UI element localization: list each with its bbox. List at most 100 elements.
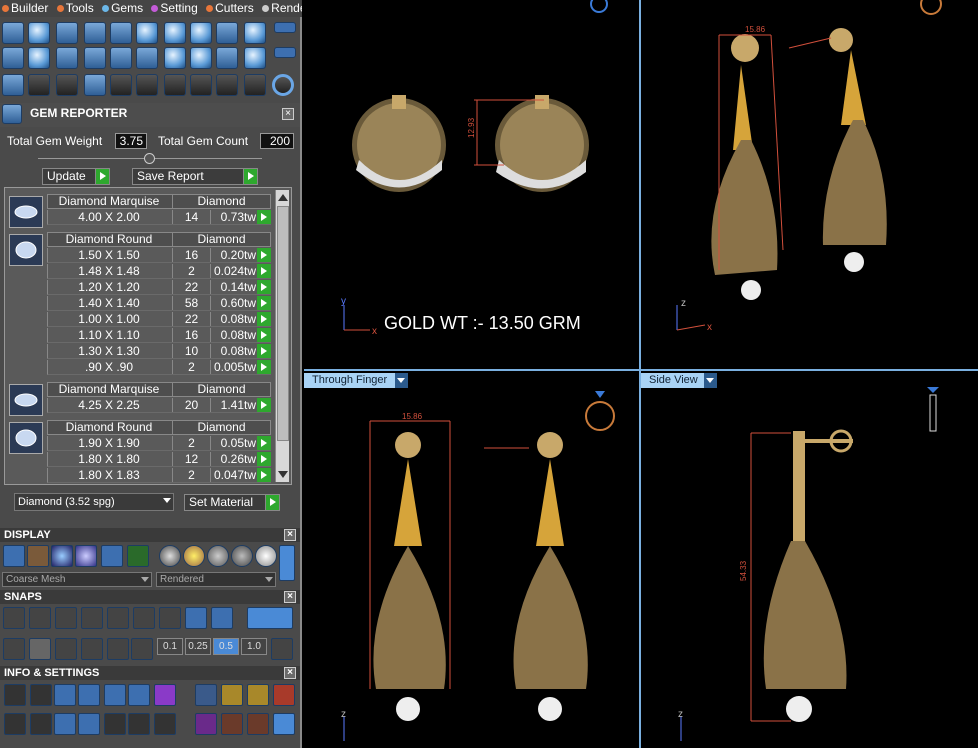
gem-tool-icon[interactable] [190,74,212,96]
play-arrow-icon[interactable] [257,264,271,278]
play-arrow-icon[interactable] [257,210,271,224]
menu-cutters[interactable]: Cutters [204,0,254,17]
light-icon[interactable] [101,545,123,567]
gem-tool-icon[interactable] [84,74,106,96]
play-arrow-icon[interactable] [257,436,271,450]
tool-icon[interactable] [195,684,217,706]
material-select[interactable]: Diamond (3.52 spg) [14,493,174,511]
line-icon[interactable] [55,638,77,660]
viewport-divider-horizontal[interactable] [304,369,978,371]
ring-icon[interactable] [272,74,294,96]
gem-tool-icon[interactable] [2,74,24,96]
gem-table-scrollbar[interactable] [275,190,289,482]
white-ball-icon[interactable] [255,545,277,567]
frame-icon[interactable] [273,684,295,706]
toggle-icon[interactable] [274,22,296,33]
play-arrow-icon[interactable] [257,248,271,262]
grid-icon[interactable] [3,638,25,660]
snap-circle-icon[interactable] [159,607,181,629]
list-icon[interactable] [154,713,176,735]
play-arrow-icon[interactable] [257,398,271,412]
gem-tool-icon[interactable] [2,47,24,69]
snap-curve-icon[interactable] [29,607,51,629]
gem-tool-icon[interactable] [216,47,238,69]
gem-tool-icon[interactable] [136,74,158,96]
grid-icon[interactable] [3,545,25,567]
menu-setting[interactable]: Setting [149,0,198,17]
cube-icon[interactable] [29,638,51,660]
close-icon[interactable]: × [284,529,296,541]
move-icon[interactable] [110,74,132,96]
update-button[interactable]: Update [42,168,110,185]
cylinder-icon[interactable] [78,713,100,735]
arrow-icon[interactable] [131,638,153,660]
round-gem-icon[interactable] [9,234,43,266]
set-material-button[interactable]: Set Material [184,494,280,511]
frame-icon[interactable] [221,684,243,706]
gem-tool-icon[interactable] [190,47,212,69]
material-ball-icon[interactable] [159,545,181,567]
scroll-up-icon[interactable] [278,194,288,201]
panel-toggle-icon[interactable] [279,545,295,581]
gem-tool-icon[interactable] [110,22,132,44]
snap-toggle-icon[interactable] [247,607,293,629]
play-arrow-icon[interactable] [257,452,271,466]
figure-icon[interactable] [27,545,49,567]
table-row[interactable]: 4.00 X 2.00 14 0.73tw [47,210,271,225]
table-row[interactable]: 1.40 X 1.40 58 0.60tw [47,296,271,311]
snap-value-3[interactable]: 1.0 [241,638,267,655]
scissors-icon[interactable] [244,74,266,96]
table-row[interactable]: 1.00 X 1.00 22 0.08tw [47,312,271,327]
save-report-button[interactable]: Save Report [132,168,258,185]
viewport-side[interactable]: Side View 54.33 z [641,371,978,748]
marquise-gem-icon[interactable] [9,196,43,228]
snap-target-icon[interactable] [133,607,155,629]
viewport-top[interactable]: 12.93 y x GOLD WT :- 13.50 GRM [304,0,639,369]
close-icon[interactable]: × [284,591,296,603]
diamond-icon[interactable] [28,22,50,44]
viewport-divider-vertical[interactable] [639,0,641,748]
gem-tool-icon[interactable] [164,47,186,69]
menu-render[interactable]: Render [260,0,302,17]
wand-icon[interactable] [195,713,217,735]
round-gem-icon[interactable] [9,422,43,454]
snap-center-icon[interactable] [81,607,103,629]
menu-builder[interactable]: Builder [0,0,48,17]
table-row[interactable]: 1.80 X 1.80 12 0.26tw [47,452,271,467]
gem-tool-icon[interactable] [216,74,238,96]
play-arrow-icon[interactable] [257,360,271,374]
burst-icon[interactable] [247,713,269,735]
table-row[interactable]: 1.90 X 1.90 2 0.05tw [47,436,271,451]
cube-icon[interactable] [54,713,76,735]
scatter-icon[interactable] [81,638,103,660]
monitor-icon[interactable] [30,713,52,735]
snap-value-0[interactable]: 0.1 [157,638,183,655]
close-icon[interactable]: × [282,108,294,120]
gem-tool-icon[interactable] [244,47,266,69]
wire-ball-icon[interactable] [231,545,253,567]
scroll-thumb[interactable] [277,206,289,441]
grid-icon[interactable] [4,713,26,735]
cube-icon[interactable] [154,684,176,706]
snap-point-icon[interactable] [55,607,77,629]
pencil-icon[interactable] [128,684,150,706]
close-icon[interactable]: × [284,667,296,679]
viewport-perspective[interactable]: 15.86 z x [641,0,978,369]
cluster-icon[interactable] [136,22,158,44]
gem-tool-icon[interactable] [136,47,158,69]
gem-tool-icon[interactable] [110,47,132,69]
eye-icon[interactable] [107,638,129,660]
menu-gems[interactable]: Gems [100,0,143,17]
sphere-icon[interactable] [75,545,97,567]
diamond-icon[interactable] [28,47,50,69]
stack-icon[interactable] [54,684,76,706]
marquise-gem-icon[interactable] [9,384,43,416]
gem-tool-icon[interactable] [56,22,78,44]
table-row[interactable]: 1.80 X 1.83 2 0.047tw [47,468,271,483]
play-arrow-icon[interactable] [257,468,271,482]
toggle-icon[interactable] [274,47,296,58]
wire-ball-icon[interactable] [207,545,229,567]
snap-grid-icon[interactable] [3,607,25,629]
table-row[interactable]: 1.48 X 1.48 2 0.024tw [47,264,271,279]
gem-tool-icon[interactable] [84,22,106,44]
